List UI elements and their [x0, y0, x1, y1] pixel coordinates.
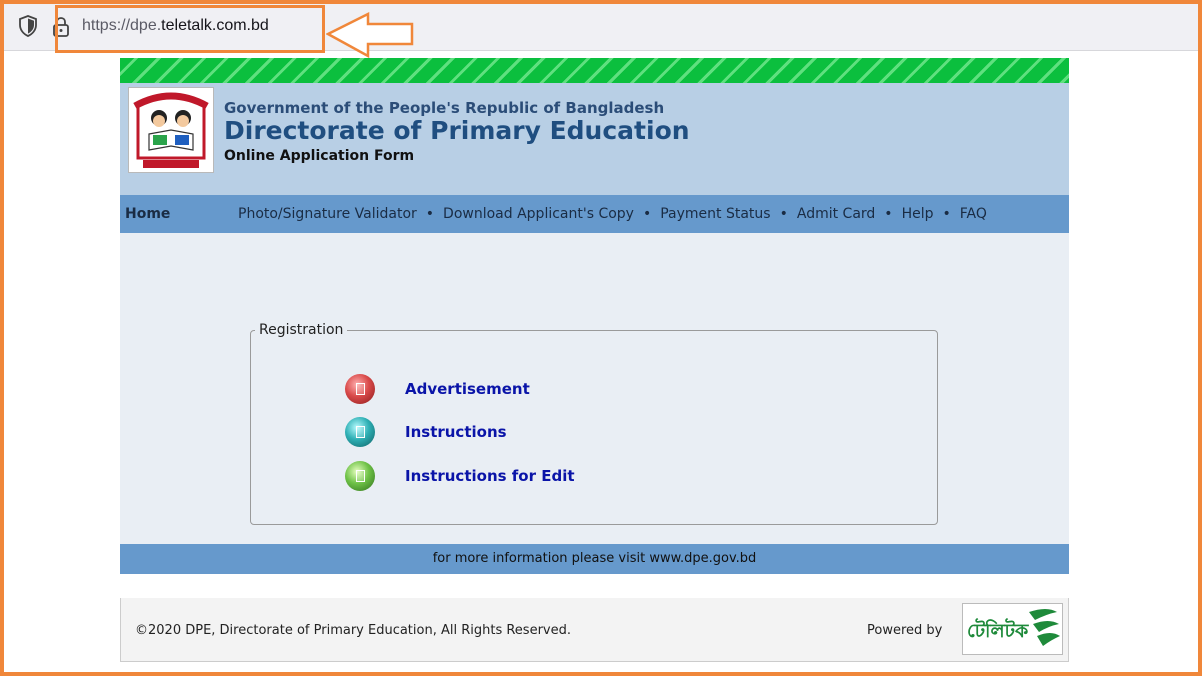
- document-icon[interactable]: [345, 417, 375, 447]
- nav-payment-status[interactable]: Payment Status: [660, 206, 770, 222]
- nav-separator: •: [942, 206, 951, 222]
- shield-icon[interactable]: [18, 15, 38, 37]
- url-highlight-box: [55, 5, 325, 53]
- nav-download-applicant-copy[interactable]: Download Applicant's Copy: [443, 206, 634, 222]
- page-container: Government of the People's Republic of B…: [120, 58, 1069, 662]
- teletalk-logo[interactable]: টেলিটক: [962, 603, 1063, 655]
- list-item-instructions-edit[interactable]: Instructions for Edit: [345, 461, 575, 491]
- nav-separator: •: [884, 206, 893, 222]
- form-title: Online Application Form: [224, 148, 415, 164]
- info-bar: for more information please visit www.dp…: [120, 544, 1069, 574]
- document-icon[interactable]: [345, 374, 375, 404]
- nav-links: Photo/Signature Validator • Download Appli…: [238, 206, 987, 222]
- teletalk-logo-text: টেলিটক: [967, 618, 1029, 642]
- nav-admit-card[interactable]: Admit Card: [797, 206, 875, 222]
- copyright-text: ©2020 DPE, Directorate of Primary Educat…: [135, 623, 572, 638]
- nav-photo-validator[interactable]: Photo/Signature Validator: [238, 206, 417, 222]
- registration-legend: Registration: [255, 322, 348, 338]
- list-item-instructions[interactable]: Instructions: [345, 417, 507, 447]
- powered-by-label: Powered by: [867, 623, 943, 638]
- teletalk-logo-image: টেলিটক: [967, 609, 1060, 646]
- main-nav: Home Photo/Signature Validator • Download …: [120, 195, 1069, 233]
- nav-separator: •: [779, 206, 788, 222]
- page-footer: ©2020 DPE, Directorate of Primary Educat…: [120, 598, 1069, 662]
- nav-separator: •: [425, 206, 435, 222]
- footer-gap: [120, 574, 1069, 598]
- dpe-logo-image: [133, 92, 209, 168]
- document-icon[interactable]: [345, 461, 375, 491]
- page-header: Government of the People's Republic of B…: [120, 83, 1069, 195]
- gov-title: Government of the People's Republic of B…: [224, 99, 665, 117]
- nav-faq[interactable]: FAQ: [960, 206, 987, 222]
- list-item-advertisement[interactable]: Advertisement: [345, 374, 530, 404]
- instructions-link[interactable]: Instructions: [405, 423, 507, 441]
- main-content: Registration Advertisement Instructions …: [120, 233, 1069, 544]
- header-stripe: [120, 58, 1069, 83]
- instructions-edit-link[interactable]: Instructions for Edit: [405, 467, 575, 485]
- dpe-logo: [128, 87, 214, 173]
- registration-fieldset: Registration Advertisement Instructions …: [250, 322, 938, 525]
- nav-help[interactable]: Help: [902, 206, 934, 222]
- nav-home[interactable]: Home: [125, 206, 170, 222]
- dept-title: Directorate of Primary Education: [224, 116, 690, 145]
- advertisement-link[interactable]: Advertisement: [405, 380, 530, 398]
- arrow-left-icon: [326, 12, 414, 58]
- nav-separator: •: [642, 206, 652, 222]
